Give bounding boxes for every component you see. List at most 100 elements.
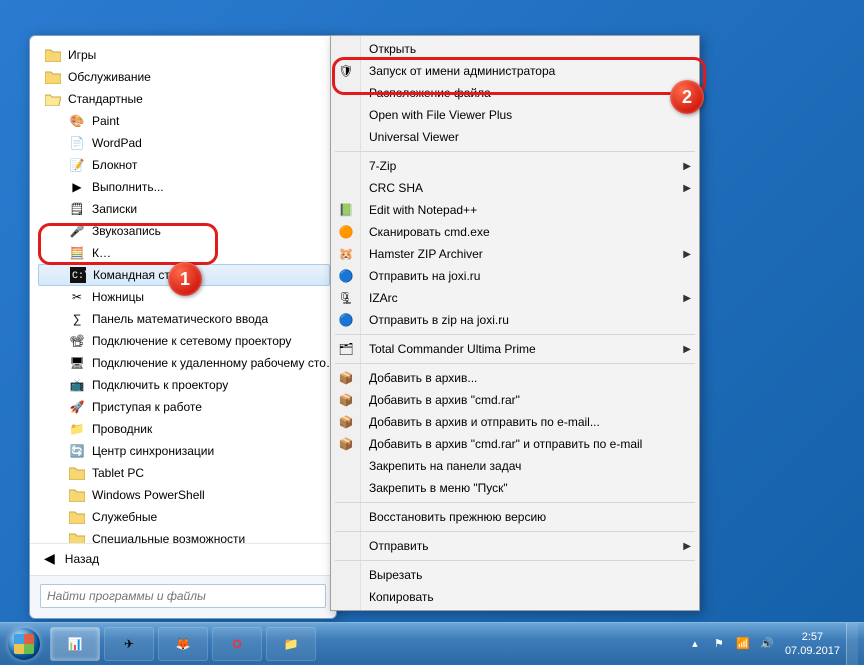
context-menu-item[interactable]: 🔵Отправить на joxi.ru [361, 265, 699, 287]
context-menu-item[interactable]: Отправить▶ [361, 535, 699, 557]
context-menu-item[interactable]: 7-Zip▶ [361, 155, 699, 177]
item-notepad[interactable]: 📝Блокнот [38, 154, 330, 176]
action-center-flag-icon[interactable]: ⚑ [710, 637, 728, 650]
item-remote-desktop[interactable]: 🖥Подключение к удаленному рабочему сто… [38, 352, 330, 374]
item-network-projector[interactable]: 📽Подключение к сетевому проектору [38, 330, 330, 352]
back-button[interactable]: ◀ Назад [30, 543, 336, 575]
taskbar-app-taskmgr[interactable]: 📊 [50, 627, 100, 661]
submenu-arrow-icon: ▶ [683, 541, 699, 552]
volume-icon[interactable]: 🔊 [758, 637, 776, 650]
context-menu-items: Открыть🛡Запуск от имени администратораРа… [361, 36, 699, 610]
paint-icon: 🎨 [68, 112, 86, 130]
context-menu-item[interactable]: 📗Edit with Notepad++ [361, 199, 699, 221]
context-menu-item[interactable]: 📦Добавить в архив и отправить по e-mail.… [361, 411, 699, 433]
taskbar-app-telegram[interactable]: ✈ [104, 627, 154, 661]
menu-separator [335, 502, 695, 503]
context-menu-item[interactable]: 🐹Hamster ZIP Archiver▶ [361, 243, 699, 265]
folder-accessibility[interactable]: Специальные возможности [38, 528, 330, 543]
folder-label: Специальные возможности [92, 532, 245, 543]
item-calculator[interactable]: 🧮К… [38, 242, 330, 264]
taskbar-app-opera[interactable]: O [212, 627, 262, 661]
submenu-arrow-icon: ▶ [683, 344, 699, 355]
context-menu-item[interactable]: 📦Добавить в архив "cmd.rar" [361, 389, 699, 411]
folder-accessories[interactable]: Стандартные [38, 88, 330, 110]
menu-separator [335, 334, 695, 335]
rdp-icon: 🖥 [68, 354, 86, 372]
context-menu-item[interactable]: Закрепить в меню "Пуск" [361, 477, 699, 499]
menu-item-label: Вырезать [365, 568, 699, 582]
item-sticky-notes[interactable]: 🗒Записки [38, 198, 330, 220]
item-command-prompt[interactable]: C:\Командная строка [38, 264, 330, 286]
menu-item-label: 7-Zip [365, 159, 683, 173]
item-run[interactable]: ▶Выполнить... [38, 176, 330, 198]
item-getting-started[interactable]: 🚀Приступая к работе [38, 396, 330, 418]
item-label: Центр синхронизации [92, 444, 214, 458]
menu-item-label: Сканировать cmd.exe [365, 225, 699, 239]
snipping-tool-icon: ✂ [68, 288, 86, 306]
context-menu-item[interactable]: 📦Добавить в архив... [361, 367, 699, 389]
taskbar-app-explorer[interactable]: 📁 [266, 627, 316, 661]
menu-item-label: Копировать [365, 590, 699, 604]
item-explorer[interactable]: 📁Проводник [38, 418, 330, 440]
folder-system-tools[interactable]: Служебные [38, 506, 330, 528]
context-menu-item[interactable]: Закрепить на панели задач [361, 455, 699, 477]
item-label: Записки [92, 202, 137, 216]
taskbar-app-firefox[interactable]: 🦊 [158, 627, 208, 661]
windows-orb-icon [8, 628, 40, 660]
folder-label: Tablet PC [92, 466, 144, 480]
folder-powershell[interactable]: Windows PowerShell [38, 484, 330, 506]
item-label: Блокнот [92, 158, 137, 172]
folder-games[interactable]: Игры [38, 44, 330, 66]
context-menu-item[interactable]: 🛡Запуск от имени администратора [361, 60, 699, 82]
getting-started-icon: 🚀 [68, 398, 86, 416]
totalcmd-icon: 🗂 [337, 340, 355, 358]
back-arrow-icon: ◀ [44, 550, 55, 567]
context-menu-item[interactable]: Universal Viewer [361, 126, 699, 148]
folder-tablet-pc[interactable]: Tablet PC [38, 462, 330, 484]
network-icon[interactable]: 📶 [734, 637, 752, 650]
start-button[interactable] [0, 623, 48, 665]
tray-chevron-icon[interactable]: ▴ [686, 637, 704, 650]
menu-item-label: Отправить [365, 539, 683, 553]
context-menu-item[interactable]: Вырезать [361, 564, 699, 586]
item-sync-center[interactable]: 🔄 Центр синхронизации [38, 440, 330, 462]
folder-maintenance[interactable]: Обслуживание [38, 66, 330, 88]
sound-recorder-icon: 🎤 [68, 222, 86, 240]
folder-label: Стандартные [68, 92, 143, 106]
context-menu-item[interactable]: 🔵Отправить в zip на joxi.ru [361, 309, 699, 331]
menu-item-label: Добавить в архив "cmd.rar" [365, 393, 699, 407]
context-menu-item[interactable]: Открыть [361, 38, 699, 60]
sync-center-icon: 🔄 [68, 442, 86, 460]
folder-icon [44, 68, 62, 86]
context-menu-item[interactable]: 🟠Сканировать cmd.exe [361, 221, 699, 243]
item-connect-projector[interactable]: 📺Подключить к проектору [38, 374, 330, 396]
context-menu-item[interactable]: Копировать [361, 586, 699, 608]
taskmgr-icon: 📊 [68, 637, 83, 651]
item-snipping-tool[interactable]: ✂Ножницы [38, 286, 330, 308]
context-menu-item[interactable]: 📦Добавить в архив "cmd.rar" и отправить … [361, 433, 699, 455]
menu-item-label: Закрепить в меню "Пуск" [365, 481, 699, 495]
winrar-icon: 📦 [337, 369, 355, 387]
context-menu-item[interactable]: Расположение файла [361, 82, 699, 104]
menu-item-label: Hamster ZIP Archiver [365, 247, 683, 261]
context-menu-item[interactable]: 🗂Total Commander Ultima Prime▶ [361, 338, 699, 360]
telegram-icon: ✈ [124, 637, 134, 651]
menu-item-label: Open with File Viewer Plus [365, 108, 699, 122]
item-math-input[interactable]: ∑Панель математического ввода [38, 308, 330, 330]
context-menu-item[interactable]: Open with File Viewer Plus [361, 104, 699, 126]
item-paint[interactable]: 🎨 Paint [38, 110, 330, 132]
menu-item-label: Добавить в архив "cmd.rar" и отправить п… [365, 437, 699, 451]
context-menu-item[interactable]: CRC SHA▶ [361, 177, 699, 199]
context-menu-item[interactable]: Восстановить прежнюю версию [361, 506, 699, 528]
item-wordpad[interactable]: 📄WordPad [38, 132, 330, 154]
folder-label: Служебные [92, 510, 157, 524]
show-desktop-button[interactable] [846, 623, 858, 665]
hamster-icon: 🐹 [337, 245, 355, 263]
taskbar-clock[interactable]: 2:57 07.09.2017 [785, 630, 840, 658]
item-label: Paint [92, 114, 119, 128]
start-menu-programs-tree[interactable]: Игры Обслуживание Стандартные 🎨 Paint 📄Wo… [30, 36, 336, 543]
context-menu-item[interactable]: 🗜IZArc▶ [361, 287, 699, 309]
search-input[interactable] [40, 584, 326, 608]
item-sound-recorder[interactable]: 🎤Звукозапись [38, 220, 330, 242]
wordpad-icon: 📄 [68, 134, 86, 152]
